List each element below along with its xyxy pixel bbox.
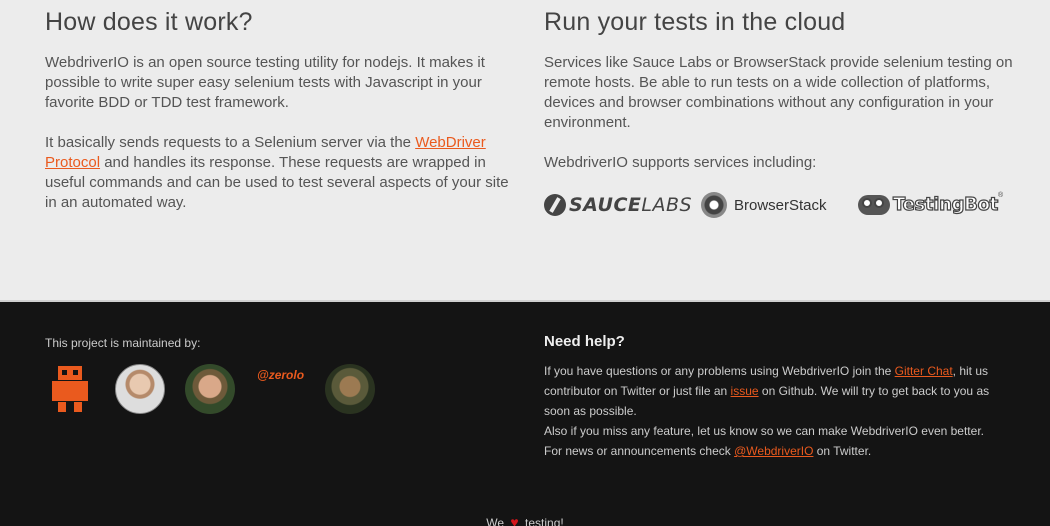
saucelabs-wordmark-sauce: SAUCE bbox=[569, 194, 642, 216]
help-text-4: Also if you miss any feature, let us kno… bbox=[544, 424, 984, 438]
saucelabs-bolt-icon bbox=[544, 194, 566, 216]
need-help-section: Need help? If you have questions or any … bbox=[544, 333, 1014, 461]
heart-icon: ♥ bbox=[510, 514, 519, 526]
help-text-1: If you have questions or any problems us… bbox=[544, 364, 895, 378]
p2-text-before: It basically sends requests to a Seleniu… bbox=[45, 134, 416, 151]
footer: This project is maintained by: @zerolo N… bbox=[0, 300, 1050, 526]
how-it-works-paragraph-1: WebdriverIO is an open source testing ut… bbox=[45, 54, 485, 111]
saucelabs-logo[interactable]: SAUCELABS bbox=[544, 193, 692, 217]
cloud-column: Run your tests in the cloud Services lik… bbox=[544, 6, 1014, 193]
how-it-works-heading: How does it work? bbox=[45, 8, 253, 36]
help-text-5: For news or announcements check bbox=[544, 444, 735, 458]
saucelabs-wordmark: SAUCELABS bbox=[569, 194, 692, 216]
p2-text-after: and handles its response. These requests… bbox=[45, 154, 509, 211]
testingbot-logo[interactable]: TestingBot ® bbox=[857, 192, 1003, 216]
maintained-by-label: This project is maintained by: bbox=[45, 336, 201, 350]
cloud-paragraph-2: WebdriverIO supports services including: bbox=[544, 154, 817, 171]
we-love-testing: We ♥ testing! bbox=[0, 514, 1050, 526]
service-logos: SAUCELABS BrowserStack TestingBot ® bbox=[544, 189, 1014, 223]
zerolo-avatar[interactable]: @zerolo bbox=[257, 368, 304, 382]
browserstack-eye-icon bbox=[701, 192, 727, 218]
how-it-works-column: How does it work? WebdriverIO is an open… bbox=[45, 6, 515, 233]
features-section: How does it work? WebdriverIO is an open… bbox=[0, 0, 1050, 300]
testingbot-wordmark: TestingBot bbox=[892, 193, 998, 215]
browserstack-wordmark: BrowserStack bbox=[734, 196, 827, 214]
webdriverio-robot-avatar[interactable] bbox=[50, 366, 90, 412]
cloud-heading: Run your tests in the cloud bbox=[544, 8, 846, 36]
issue-link[interactable]: issue bbox=[731, 384, 759, 398]
testingbot-robot-icon bbox=[857, 192, 891, 216]
maintainer-avatar[interactable] bbox=[115, 364, 165, 414]
how-it-works-paragraph-2: It basically sends requests to a Seleniu… bbox=[45, 133, 515, 213]
gitter-chat-link[interactable]: Gitter Chat bbox=[895, 364, 953, 378]
cloud-paragraph-1: Services like Sauce Labs or BrowserStack… bbox=[544, 54, 1013, 131]
maintainer-avatar[interactable] bbox=[325, 364, 375, 414]
need-help-heading: Need help? bbox=[544, 333, 625, 350]
saucelabs-wordmark-labs: LABS bbox=[641, 194, 693, 216]
testingbot-registered-mark: ® bbox=[997, 191, 1004, 199]
maintainer-avatar[interactable] bbox=[185, 364, 235, 414]
love-testing: testing! bbox=[525, 516, 564, 526]
maintainer-avatars: @zerolo bbox=[45, 362, 425, 416]
help-text-6: on Twitter. bbox=[813, 444, 872, 458]
browserstack-logo[interactable]: BrowserStack bbox=[701, 192, 827, 218]
need-help-text: If you have questions or any problems us… bbox=[544, 361, 1014, 461]
love-we: We bbox=[486, 516, 505, 526]
twitter-handle-link[interactable]: @WebdriverIO bbox=[734, 444, 813, 458]
